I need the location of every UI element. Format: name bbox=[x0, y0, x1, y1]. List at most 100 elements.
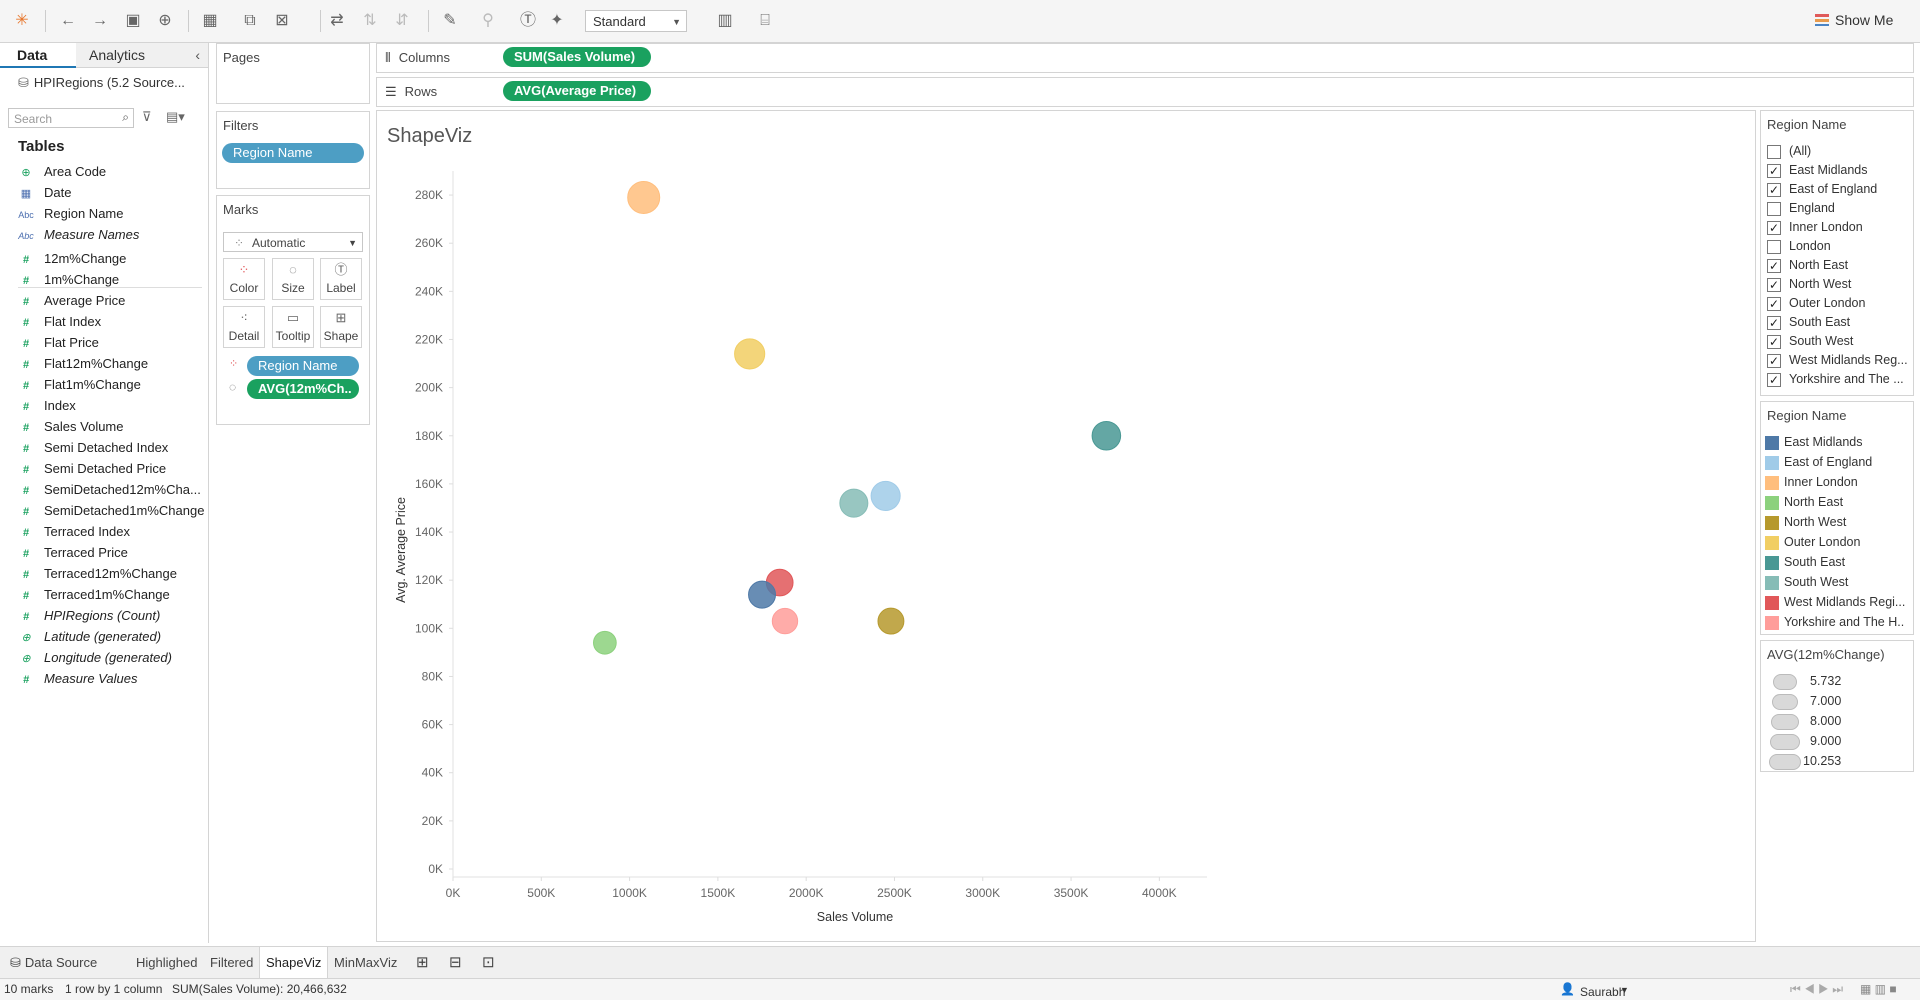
field-search-input[interactable]: Search ⌕ bbox=[8, 108, 134, 128]
field-item[interactable]: # Flat12m%Change bbox=[18, 356, 148, 374]
filter-checkbox[interactable]: ✓ bbox=[1767, 221, 1781, 235]
clear-sheet-icon[interactable]: ⊠ bbox=[272, 11, 292, 31]
new-worksheet-icon[interactable]: ▦ bbox=[200, 11, 220, 31]
field-item[interactable]: # Flat Price bbox=[18, 335, 99, 353]
new-datasource-icon[interactable]: ⊕ bbox=[155, 11, 175, 31]
field-item[interactable]: # Measure Values bbox=[18, 671, 138, 689]
field-label: Date bbox=[44, 185, 72, 200]
legend-swatch[interactable] bbox=[1765, 456, 1779, 470]
view-mode-select[interactable]: Standard ▼ bbox=[585, 10, 687, 32]
show-me-button[interactable]: Show Me bbox=[1815, 12, 1893, 28]
field-item[interactable]: ▦ Date bbox=[18, 185, 72, 203]
filter-checkbox[interactable]: ✓ bbox=[1767, 316, 1781, 330]
rows-shelf[interactable]: ☰ Rows AVG(Average Price) bbox=[376, 77, 1914, 107]
new-dashboard-tab-icon[interactable]: ⊟ bbox=[443, 947, 468, 979]
redo-icon[interactable]: → bbox=[90, 11, 110, 31]
save-icon[interactable]: ▣ bbox=[123, 11, 143, 31]
meas-field-icon: # bbox=[22, 422, 30, 434]
tab-filtered[interactable]: Filtered bbox=[204, 947, 259, 979]
field-item[interactable]: ⊕ Latitude (generated) bbox=[18, 629, 161, 647]
field-item[interactable]: # Flat Index bbox=[18, 314, 101, 332]
duplicate-sheet-icon[interactable]: ⧉ bbox=[240, 11, 260, 31]
legend-swatch[interactable] bbox=[1765, 556, 1779, 570]
filter-checkbox[interactable]: ✓ bbox=[1767, 259, 1781, 273]
tab-analytics[interactable]: Analytics ‹ bbox=[76, 43, 208, 68]
filter-checkbox[interactable] bbox=[1767, 202, 1781, 216]
color-pill-region-name[interactable]: Region Name bbox=[247, 356, 359, 376]
field-item[interactable]: # Average Price bbox=[18, 293, 125, 311]
collapse-pane-icon[interactable]: ‹ bbox=[195, 43, 200, 68]
legend-swatch[interactable] bbox=[1765, 616, 1779, 630]
filter-checkbox[interactable] bbox=[1767, 145, 1781, 159]
field-item[interactable]: # Semi Detached Index bbox=[18, 440, 168, 458]
legend-swatch[interactable] bbox=[1765, 496, 1779, 510]
presentation-mode-icon[interactable]: ⌸ bbox=[755, 11, 775, 31]
mark-type-select[interactable]: ⁘ Automatic ▼ bbox=[223, 232, 363, 252]
tab-highlighed[interactable]: Highlighed bbox=[130, 947, 203, 979]
filter-checkbox[interactable]: ✓ bbox=[1767, 297, 1781, 311]
size-pill-avg-12m-change[interactable]: AVG(12m%Ch.. bbox=[247, 379, 359, 399]
filter-checkbox[interactable]: ✓ bbox=[1767, 335, 1781, 349]
tab-minmaxviz[interactable]: MinMaxViz bbox=[328, 947, 403, 979]
tab-data[interactable]: Data bbox=[0, 43, 76, 68]
sort-ascending-icon[interactable]: ⇅ bbox=[360, 11, 380, 31]
field-item[interactable]: # SemiDetached1m%Change bbox=[18, 503, 205, 521]
data-source-item[interactable]: ⛁ HPIRegions (5.2 Source... bbox=[18, 75, 185, 91]
legend-swatch[interactable] bbox=[1765, 436, 1779, 450]
marks-color-button[interactable]: ⁘ Color bbox=[223, 258, 265, 300]
field-item[interactable]: # Terraced Index bbox=[18, 524, 130, 542]
tab-data-source[interactable]: ⛁ Data Source bbox=[4, 947, 103, 979]
tab-shapeviz[interactable]: ShapeViz bbox=[259, 947, 329, 979]
columns-pill-sum-sales-volume[interactable]: SUM(Sales Volume) bbox=[503, 47, 651, 67]
show-mark-labels-icon[interactable]: Ⓣ bbox=[518, 11, 538, 31]
view-options-icon[interactable]: ▤▾ bbox=[166, 109, 185, 125]
field-item[interactable]: # Terraced Price bbox=[18, 545, 128, 563]
marks-size-button[interactable]: ◌ Size bbox=[272, 258, 314, 300]
sort-descending-icon[interactable]: ⇵ bbox=[392, 11, 412, 31]
marks-tooltip-button[interactable]: ▭ Tooltip bbox=[272, 306, 314, 348]
sheet-navigation-icon[interactable]: ⏮ ◀ ▶ ⏭ bbox=[1790, 982, 1843, 997]
field-item[interactable]: # Sales Volume bbox=[18, 419, 124, 437]
group-members-icon[interactable]: ⚲ bbox=[478, 11, 498, 31]
field-item[interactable]: # Flat1m%Change bbox=[18, 377, 141, 395]
legend-swatch[interactable] bbox=[1765, 596, 1779, 610]
highlight-icon[interactable]: ✎ bbox=[440, 11, 460, 31]
sheet-sorter-icon[interactable]: ▦ ▥ ■ bbox=[1860, 982, 1897, 996]
field-label: Terraced Price bbox=[44, 545, 128, 560]
field-item[interactable]: ⊕ Longitude (generated) bbox=[18, 650, 172, 668]
legend-swatch[interactable] bbox=[1765, 476, 1779, 490]
rows-pill-avg-average-price[interactable]: AVG(Average Price) bbox=[503, 81, 651, 101]
field-item[interactable]: # Semi Detached Price bbox=[18, 461, 166, 479]
new-worksheet-tab-icon[interactable]: ⊞ bbox=[410, 947, 435, 979]
field-item[interactable]: # Terraced1m%Change bbox=[18, 587, 170, 605]
legend-swatch[interactable] bbox=[1765, 516, 1779, 530]
field-item[interactable]: # HPIRegions (Count) bbox=[18, 608, 160, 626]
filter-checkbox[interactable]: ✓ bbox=[1767, 183, 1781, 197]
filter-checkbox[interactable]: ✓ bbox=[1767, 278, 1781, 292]
undo-icon[interactable]: ← bbox=[58, 11, 78, 31]
legend-swatch[interactable] bbox=[1765, 576, 1779, 590]
field-item[interactable]: # SemiDetached12m%Cha... bbox=[18, 482, 201, 500]
field-item[interactable]: # Terraced12m%Change bbox=[18, 566, 177, 584]
marks-detail-button[interactable]: ⁖ Detail bbox=[223, 306, 265, 348]
legend-swatch[interactable] bbox=[1765, 536, 1779, 550]
new-story-tab-icon[interactable]: ⊡ bbox=[476, 947, 501, 979]
swap-rows-columns-icon[interactable]: ⇄ bbox=[327, 11, 347, 31]
columns-shelf[interactable]: ⦀ Columns SUM(Sales Volume) bbox=[376, 43, 1914, 73]
marks-label-button[interactable]: Ⓣ Label bbox=[320, 258, 362, 300]
tableau-logo-icon[interactable]: ✳ bbox=[12, 11, 32, 31]
pin-axes-icon[interactable]: ✦ bbox=[547, 11, 567, 31]
field-item[interactable]: Abc Measure Names bbox=[18, 227, 139, 245]
field-item[interactable]: ⊕ Area Code bbox=[18, 164, 106, 182]
filter-checkbox[interactable] bbox=[1767, 240, 1781, 254]
filter-checkbox[interactable]: ✓ bbox=[1767, 373, 1781, 387]
field-item[interactable]: #12m%Change bbox=[18, 251, 126, 269]
filter-checkbox[interactable]: ✓ bbox=[1767, 354, 1781, 368]
cards-icon[interactable]: ▥ bbox=[715, 11, 735, 31]
field-item[interactable]: Abc Region Name bbox=[18, 206, 123, 224]
field-item[interactable]: # Index bbox=[18, 398, 76, 416]
marks-shape-button[interactable]: ⊞ Shape bbox=[320, 306, 362, 348]
filter-fields-icon[interactable]: ⊽ bbox=[142, 109, 152, 125]
filter-pill-region-name[interactable]: Region Name bbox=[222, 143, 364, 163]
filter-checkbox[interactable]: ✓ bbox=[1767, 164, 1781, 178]
